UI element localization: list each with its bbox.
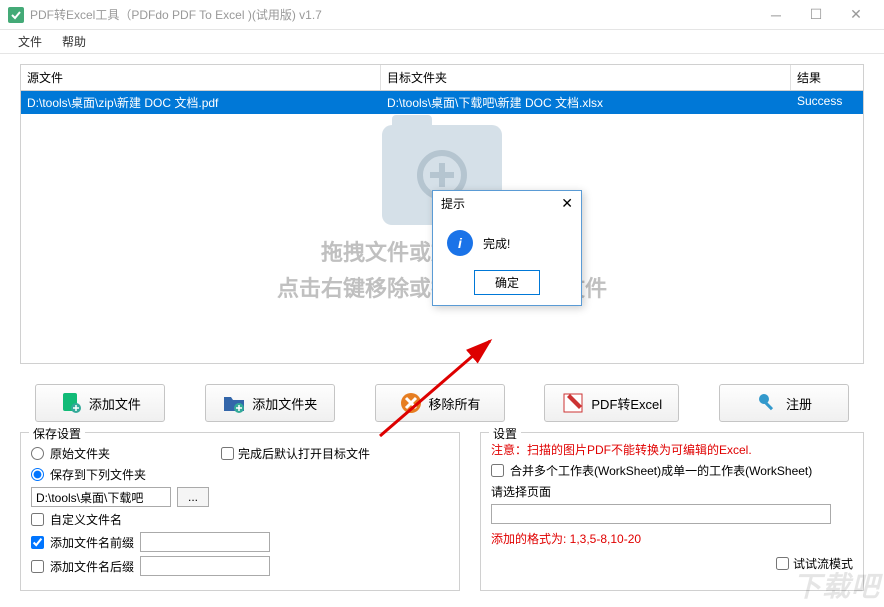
test-mode-checkbox[interactable] <box>776 557 789 570</box>
prefix-input[interactable] <box>140 532 270 552</box>
page-range-input[interactable] <box>491 504 831 524</box>
dialog-ok-button[interactable]: 确定 <box>474 270 540 295</box>
suffix-checkbox[interactable] <box>31 560 44 573</box>
open-after-checkbox[interactable] <box>221 447 234 460</box>
col-result[interactable]: 结果 <box>791 65 863 90</box>
folder-add-icon <box>222 391 246 415</box>
maximize-button[interactable]: ☐ <box>796 0 836 30</box>
merge-checkbox[interactable] <box>491 464 504 477</box>
minimize-button[interactable]: ─ <box>756 0 796 30</box>
info-icon: i <box>447 230 473 256</box>
save-settings-fieldset: 保存设置 完成后默认打开目标文件 原始文件夹 保存到下列文件夹 ... 自定义文… <box>20 432 460 591</box>
dialog-title: 提示 <box>441 195 465 212</box>
remove-icon <box>399 391 423 415</box>
custom-folder-radio[interactable] <box>31 468 44 481</box>
register-button[interactable]: 注册 <box>719 384 849 422</box>
window-title: PDF转Excel工具（PDFdo PDF To Excel )(试用版) v1… <box>30 6 756 23</box>
add-folder-button[interactable]: 添加文件夹 <box>205 384 335 422</box>
browse-button[interactable]: ... <box>177 487 209 507</box>
cell-dest: D:\tools\桌面\下载吧\新建 DOC 文档.xlsx <box>381 91 791 114</box>
notice-text: 注意：扫描的图片PDF不能转换为可编辑的Excel. <box>491 441 853 458</box>
table-row[interactable]: D:\tools\桌面\zip\新建 DOC 文档.pdf D:\tools\桌… <box>21 91 863 114</box>
format-hint: 添加的格式为: 1,3,5-8,10-20 <box>491 530 853 547</box>
menu-file[interactable]: 文件 <box>8 31 52 52</box>
menu-help[interactable]: 帮助 <box>52 31 96 52</box>
dialog-message: 完成! <box>483 235 510 252</box>
col-dest[interactable]: 目标文件夹 <box>381 65 791 90</box>
cell-result: Success <box>791 91 863 114</box>
close-button[interactable]: ✕ <box>836 0 876 30</box>
original-folder-radio[interactable] <box>31 447 44 460</box>
prefix-checkbox[interactable] <box>31 536 44 549</box>
col-source[interactable]: 源文件 <box>21 65 381 90</box>
dialog-close-button[interactable]: ✕ <box>561 195 573 212</box>
custom-name-checkbox[interactable] <box>31 513 44 526</box>
app-icon <box>8 7 24 23</box>
remove-all-button[interactable]: 移除所有 <box>375 384 505 422</box>
key-icon <box>756 391 780 415</box>
cell-source: D:\tools\桌面\zip\新建 DOC 文档.pdf <box>21 91 381 114</box>
alert-dialog: 提示 ✕ i 完成! 确定 <box>432 190 582 306</box>
watermark: 下载吧 <box>793 565 880 605</box>
save-path-input[interactable] <box>31 487 171 507</box>
suffix-input[interactable] <box>140 556 270 576</box>
pdf-convert-icon <box>561 391 585 415</box>
file-add-icon <box>59 391 83 415</box>
add-file-button[interactable]: 添加文件 <box>35 384 165 422</box>
convert-button[interactable]: PDF转Excel <box>544 384 679 422</box>
